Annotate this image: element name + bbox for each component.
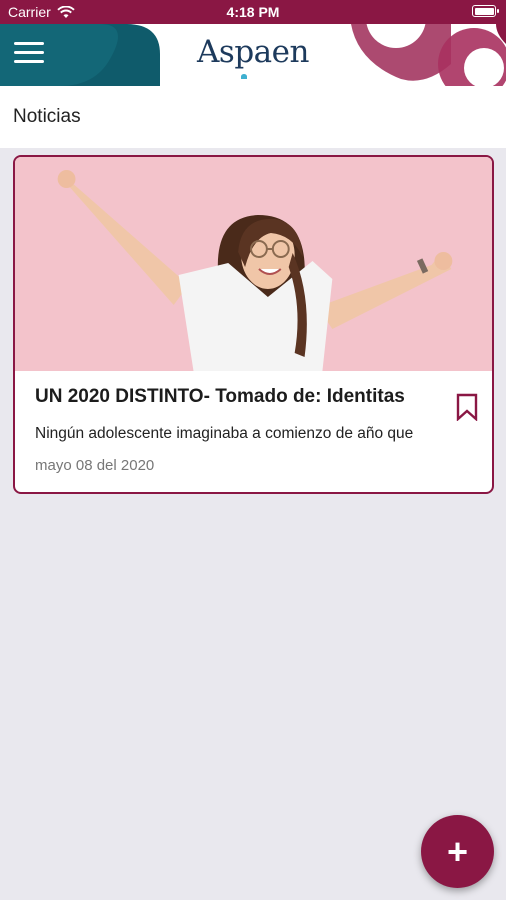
app-header: Aspaen: [0, 24, 506, 86]
header-decoration: [351, 24, 506, 86]
news-excerpt: Ningún adolescente imaginaba a comienzo …: [35, 425, 414, 442]
news-date: mayo 08 del 2020: [35, 457, 155, 474]
add-button[interactable]: +: [421, 815, 494, 888]
logo-accent: [241, 74, 247, 79]
status-time: 4:18 PM: [226, 4, 280, 20]
status-bar: Carrier 4:18 PM: [0, 0, 506, 24]
plus-icon: +: [446, 830, 469, 872]
battery-icon: [472, 5, 499, 17]
bookmark-icon[interactable]: [455, 393, 479, 421]
section-bar: Noticias: [0, 86, 506, 148]
news-photo: [15, 157, 492, 371]
page-title: Noticias: [13, 106, 81, 127]
news-card[interactable]: UN 2020 DISTINTO- Tomado de: Identitas N…: [13, 155, 494, 494]
news-title[interactable]: UN 2020 DISTINTO- Tomado de: Identitas: [35, 386, 405, 408]
